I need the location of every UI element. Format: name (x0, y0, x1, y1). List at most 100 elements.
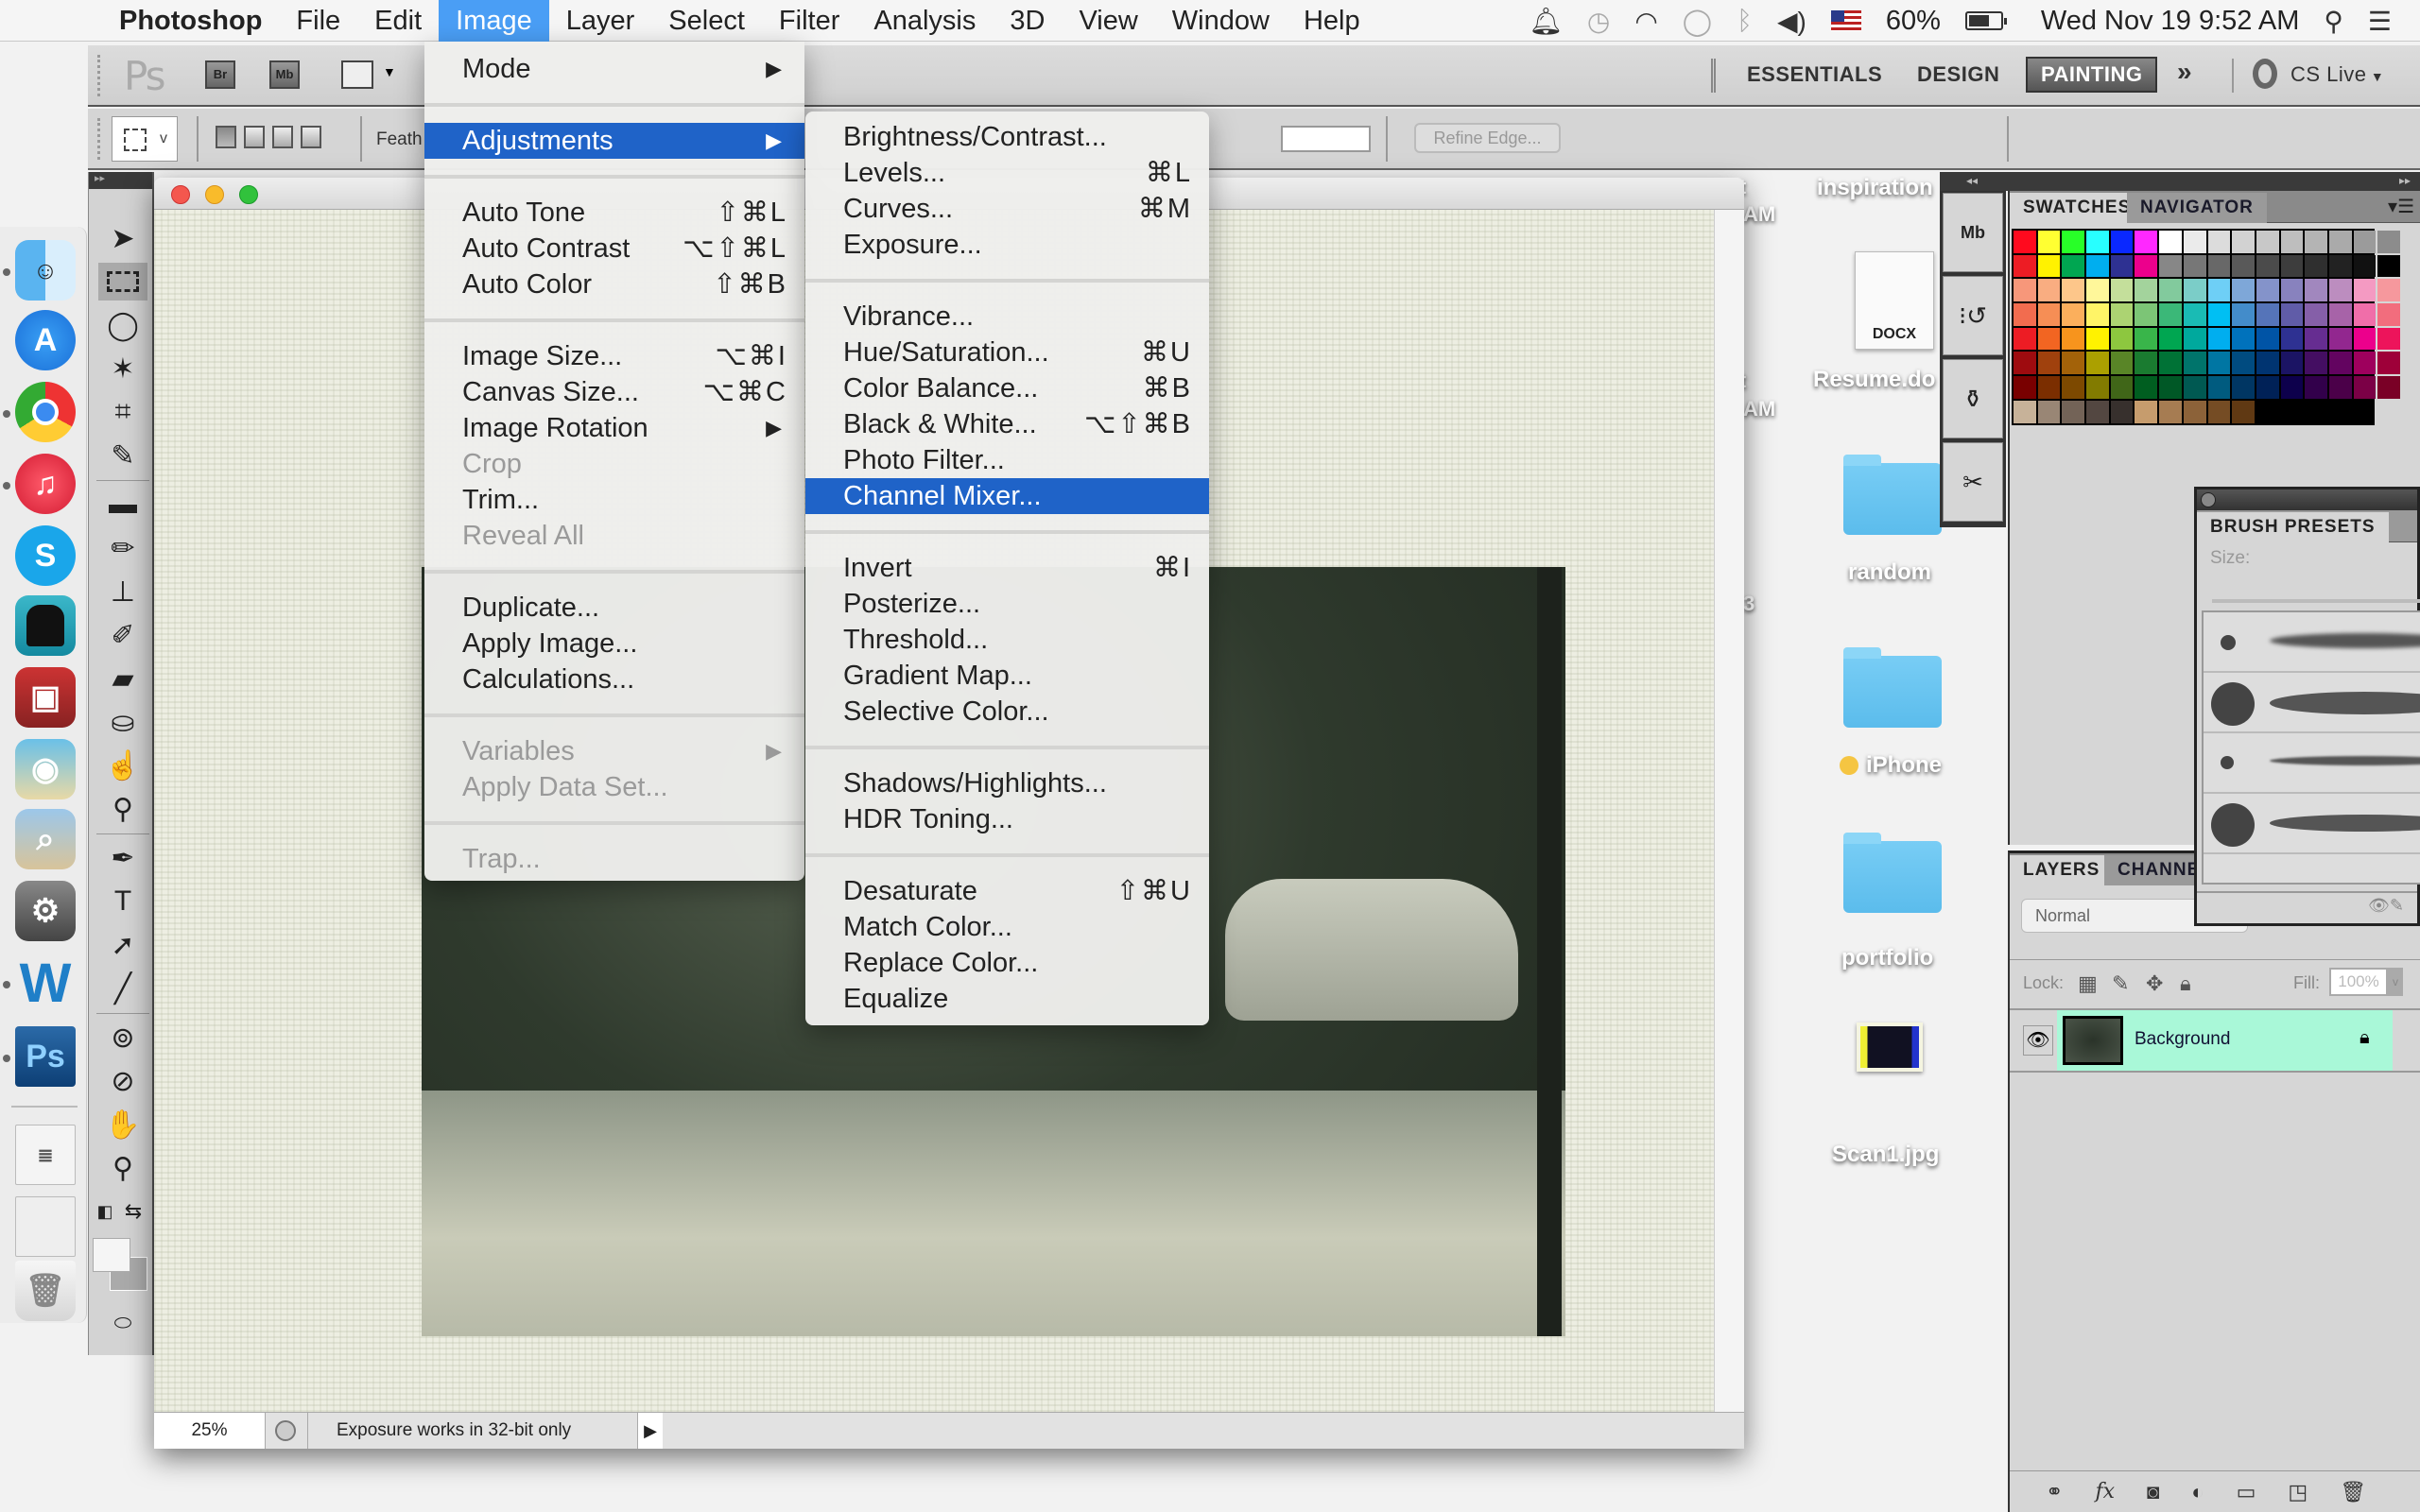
menu-item-trim[interactable]: Trim... (424, 482, 804, 518)
folder-icon[interactable] (1843, 833, 1942, 913)
color-swatch[interactable] (2062, 327, 2085, 351)
color-swatch[interactable] (2353, 231, 2377, 253)
menu-help[interactable]: Help (1287, 0, 1377, 42)
color-swatch[interactable] (2014, 254, 2036, 278)
docx-file-icon[interactable]: DOCX (1855, 251, 1934, 350)
zoom-tool[interactable]: ⚲ (98, 1149, 147, 1187)
menu-item-black-white[interactable]: Black & White... ⌥⇧⌘B (805, 406, 1209, 442)
brush-size-slider[interactable] (2212, 599, 2420, 603)
image-file-thumbnail[interactable] (1857, 1022, 1923, 1072)
color-swatch[interactable] (2232, 231, 2255, 253)
color-swatch[interactable] (2183, 254, 2206, 278)
color-swatch[interactable] (2183, 279, 2206, 302)
grip-handle[interactable] (97, 55, 103, 96)
color-swatch[interactable] (2207, 376, 2231, 399)
path-selection-tool[interactable]: ➚ (98, 926, 147, 964)
color-swatch[interactable] (2207, 303, 2231, 326)
wifi-icon[interactable]: ◠ (1634, 6, 1657, 37)
desktop-label-scan1[interactable]: Scan1.jpg (1832, 1142, 1939, 1168)
color-swatch[interactable] (2037, 279, 2061, 302)
notification-center-icon[interactable]: ☰ (2368, 6, 2392, 37)
color-swatch[interactable] (2377, 279, 2400, 302)
menu-item-replace-color[interactable]: Replace Color... (805, 945, 1209, 981)
menu-item-threshold[interactable]: Threshold... (805, 622, 1209, 658)
color-swatch[interactable] (2159, 303, 2182, 326)
menu-item-gradient-map[interactable]: Gradient Map... (805, 658, 1209, 694)
lock-all-icon[interactable]: 🔒︎ (2180, 971, 2191, 996)
menu-analysis[interactable]: Analysis (856, 0, 993, 42)
menu-item-desaturate[interactable]: Desaturate ⇧⌘U (805, 873, 1209, 909)
color-swatch[interactable] (2377, 231, 2400, 253)
tab-brush-presets[interactable]: BRUSH PRESETS (2197, 512, 2389, 542)
menu-item-brightness-contrast[interactable]: Brightness/Contrast... (805, 119, 1209, 155)
menu-item-apply-image[interactable]: Apply Image... (424, 626, 804, 662)
color-swatch[interactable] (2353, 279, 2377, 302)
color-swatch[interactable] (2110, 400, 2134, 423)
spotlight-search-icon[interactable]: ⚲ (2324, 6, 2343, 37)
cs-live-icon[interactable] (2253, 59, 2277, 89)
lock-transparent-pixels-icon[interactable]: ▦ (2078, 971, 2098, 996)
color-swatch[interactable] (2110, 279, 2134, 302)
zoom-level-field[interactable]: 25% (154, 1413, 266, 1449)
brush-preset-item[interactable] (2204, 612, 2420, 673)
color-swatch[interactable] (2014, 327, 2036, 351)
menu-item-hdr-toning[interactable]: HDR Toning... (805, 801, 1209, 837)
foreground-color-swatch[interactable] (93, 1238, 130, 1272)
chevron-down-icon[interactable]: v (2388, 968, 2403, 996)
color-swatch[interactable] (2353, 303, 2377, 326)
menu-image[interactable]: Image (439, 0, 549, 42)
color-swatch[interactable] (2207, 279, 2231, 302)
style-height-field[interactable] (1281, 126, 1371, 152)
color-swatch[interactable] (2086, 231, 2109, 253)
color-swatch[interactable] (2280, 376, 2304, 399)
delete-layer-trash-icon[interactable]: 🗑︎ (2340, 1480, 2366, 1504)
color-swatch[interactable] (2305, 231, 2327, 253)
color-swatch[interactable] (2135, 279, 2158, 302)
launch-bridge-button[interactable]: Br (205, 60, 235, 89)
eyedropper-tool[interactable]: ✎ (98, 437, 147, 474)
color-swatch[interactable] (2256, 352, 2279, 375)
color-swatch[interactable] (2353, 327, 2377, 351)
desktop-label-random[interactable]: random (1848, 559, 1931, 586)
color-swatch[interactable] (2086, 254, 2109, 278)
color-swatch[interactable] (2183, 352, 2206, 375)
desktop-label-iphone[interactable]: iPhone (1866, 752, 1942, 779)
brush-tool[interactable]: ✏ (98, 529, 147, 567)
menu-item-exposure[interactable]: Exposure... (805, 227, 1209, 263)
color-swatch[interactable] (2159, 352, 2182, 375)
color-swatch[interactable] (2328, 279, 2352, 302)
brush-preset-item[interactable] (2204, 673, 2420, 733)
notification-bell-icon[interactable]: 🔔︎ (1529, 6, 1563, 37)
eraser-tool[interactable]: ▰ (98, 660, 147, 697)
menu-item-vibrance[interactable]: Vibrance... (805, 299, 1209, 335)
color-swatch[interactable] (2377, 327, 2400, 351)
color-swatch[interactable] (2062, 376, 2085, 399)
grip-handle[interactable] (97, 118, 103, 160)
color-swatch[interactable] (2305, 352, 2327, 375)
color-swatch[interactable] (2207, 400, 2231, 423)
close-panel-button[interactable] (2201, 492, 2216, 507)
menu-item-levels[interactable]: Levels... ⌘L (805, 155, 1209, 191)
color-swatch[interactable] (2037, 254, 2061, 278)
move-tool[interactable]: ➤ (98, 219, 147, 257)
color-swatch[interactable] (2377, 254, 2400, 278)
color-swatch[interactable] (2232, 376, 2255, 399)
color-swatch[interactable] (2232, 279, 2255, 302)
tab-swatches[interactable]: SWATCHES (2010, 193, 2145, 223)
color-swatch[interactable] (2256, 279, 2279, 302)
brush-preset-list[interactable] (2202, 610, 2420, 885)
dock-spy-app-icon[interactable] (15, 595, 76, 656)
dodge-tool[interactable]: ⚲ (98, 790, 147, 828)
lock-position-icon[interactable]: ✥ (2146, 971, 2163, 996)
dock-trash-icon[interactable]: 🗑︎ (15, 1261, 76, 1321)
3d-orbit-tool[interactable]: ⊘ (98, 1062, 147, 1100)
menu-item-photo-filter[interactable]: Photo Filter... (805, 442, 1209, 478)
close-window-button[interactable] (171, 185, 190, 204)
color-swatch[interactable] (2305, 327, 2327, 351)
quick-selection-tool[interactable]: ✶ (98, 350, 147, 387)
menu-item-curves[interactable]: Curves... ⌘M (805, 191, 1209, 227)
color-swatch[interactable] (2183, 303, 2206, 326)
color-swatch[interactable] (2280, 254, 2304, 278)
color-swatch[interactable] (2037, 327, 2061, 351)
color-swatch[interactable] (2207, 231, 2231, 253)
